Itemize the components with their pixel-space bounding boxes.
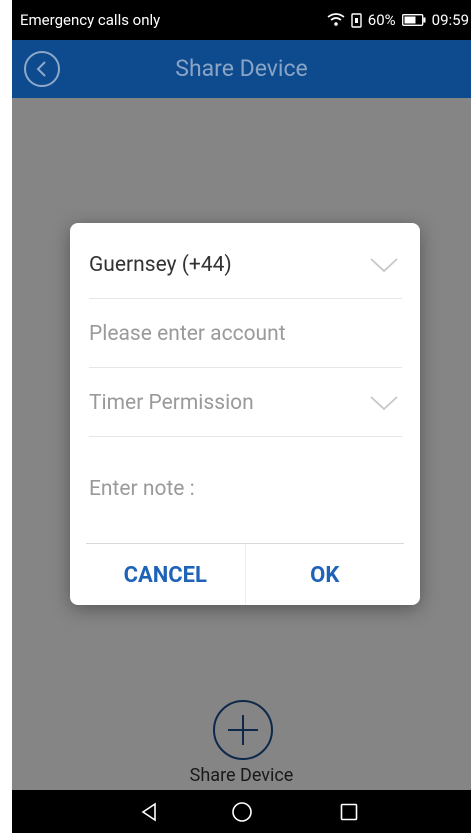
share-dialog: Guernsey (+44) Please enter account Time… [70,223,420,605]
ok-button[interactable]: OK [246,544,405,605]
sim-icon [351,12,362,28]
account-placeholder: Please enter account [89,321,286,346]
nav-home-icon [232,801,252,822]
nav-back-icon [141,802,156,821]
nav-recents-button[interactable] [319,790,379,833]
page-title: Share Device [175,55,308,82]
note-placeholder: Enter note : [89,477,195,501]
note-input[interactable]: Enter note : [89,455,402,523]
battery-percent: 60% [367,11,396,29]
status-icons: 60% 09:59 [327,11,469,29]
dialog-actions: CANCEL OK [86,543,404,605]
nav-home-button[interactable] [212,790,272,833]
permission-select-value: Timer Permission [89,390,254,415]
cancel-button[interactable]: CANCEL [86,544,245,605]
back-button[interactable] [24,51,60,87]
country-select-value: Guernsey (+44) [89,252,232,277]
nav-recents-icon [340,803,358,820]
battery-icon [401,14,426,26]
account-input[interactable]: Please enter account [89,300,402,368]
country-select[interactable]: Guernsey (+44) [89,231,402,299]
navigation-bar [12,790,471,833]
chevron-down-icon [370,257,398,272]
app-bar: Share Device [12,40,471,98]
permission-select[interactable]: Timer Permission [89,369,402,437]
clock: 09:59 [431,11,469,29]
back-icon [36,61,46,77]
status-bar: Emergency calls only 60% 09:59 [12,0,471,40]
chevron-down-icon [370,395,398,410]
carrier-text: Emergency calls only [20,11,161,29]
wifi-icon [327,13,345,27]
nav-back-button[interactable] [119,790,179,833]
